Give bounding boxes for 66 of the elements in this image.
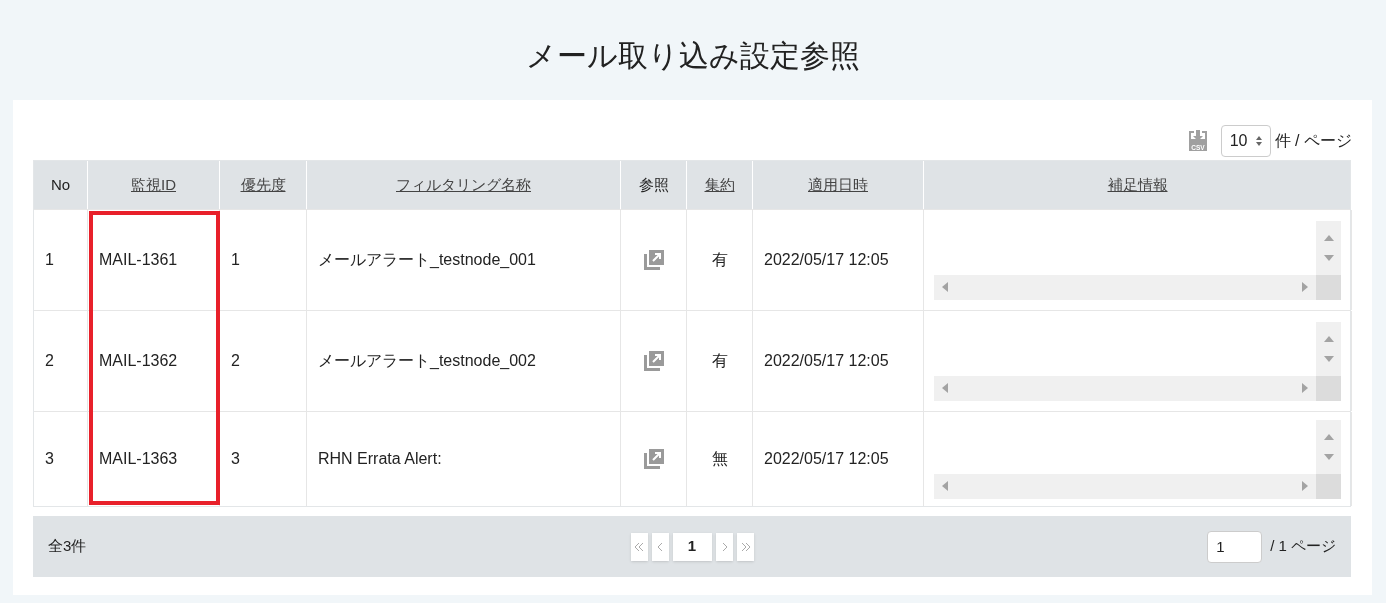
scroll-down-icon[interactable] [1323, 254, 1334, 261]
table-cell-text: 有 [711, 351, 728, 371]
page-size-unit: 件 / ページ [1274, 131, 1352, 151]
column-header[interactable]: 補足情報 [1107, 173, 1168, 197]
column-header[interactable]: フィルタリング名称 [396, 173, 531, 197]
table-cell-text: 3 [45, 449, 54, 469]
scroll-left-icon[interactable] [942, 282, 948, 292]
scrollbar-corner [1316, 375, 1341, 401]
table-cell-text: 1 [231, 250, 240, 270]
horizontal-scrollbar[interactable] [934, 375, 1316, 401]
column-header[interactable]: 優先度 [240, 173, 286, 197]
column-header: No [50, 174, 71, 195]
scroll-up-icon[interactable] [1323, 235, 1334, 242]
double-left-chevron-icon [634, 542, 644, 551]
scroll-right-icon[interactable] [1302, 481, 1308, 491]
table-cell-text: 2022/05/17 12:05 [764, 351, 889, 371]
page-size-select[interactable]: 10 [1220, 125, 1271, 157]
table-cell-text: 無 [711, 449, 728, 469]
scrollbar-corner [1316, 473, 1341, 499]
table-cell-text: MAIL-1363 [99, 449, 178, 469]
scroll-right-icon[interactable] [1302, 282, 1308, 292]
table-cell-text: 2 [231, 351, 240, 371]
table-cell-text: メールアラート_testnode_002 [318, 351, 536, 371]
column-header[interactable]: 集約 [704, 173, 735, 197]
horizontal-scrollbar[interactable] [934, 274, 1316, 300]
table-cell-text: 2 [45, 351, 54, 371]
first-page-button[interactable] [630, 532, 648, 561]
table-cell-text: 3 [231, 449, 240, 469]
vertical-scrollbar[interactable] [1316, 321, 1341, 377]
table-cell-text: メールアラート_testnode_001 [318, 250, 536, 270]
column-header: 参照 [638, 174, 669, 195]
page-number-input[interactable]: 1 [1207, 530, 1263, 563]
last-page-button[interactable] [736, 532, 754, 561]
column-header[interactable]: 監視ID [131, 173, 176, 197]
previous-page-button[interactable] [651, 532, 669, 561]
horizontal-scrollbar[interactable] [934, 473, 1316, 499]
right-chevron-icon [721, 542, 727, 551]
open-external-icon[interactable] [641, 248, 666, 272]
total-count: 全3件 [48, 536, 88, 557]
scroll-up-icon[interactable] [1323, 434, 1334, 441]
table-cell-text: 2022/05/17 12:05 [764, 250, 889, 270]
scroll-left-icon[interactable] [942, 481, 948, 491]
scroll-down-icon[interactable] [1323, 355, 1334, 362]
table-cell-text: 有 [711, 250, 728, 270]
left-chevron-icon [657, 542, 663, 551]
next-page-button[interactable] [715, 532, 733, 561]
scroll-down-icon[interactable] [1323, 453, 1334, 460]
open-external-icon[interactable] [641, 349, 666, 373]
spinner-icon [1255, 136, 1262, 146]
page-title: メール取り込み設定参照 [525, 38, 861, 74]
table-cell-text: MAIL-1362 [99, 351, 178, 371]
column-header[interactable]: 適用日時 [808, 173, 868, 197]
scroll-left-icon[interactable] [942, 383, 948, 393]
open-external-icon[interactable] [641, 447, 666, 471]
double-right-chevron-icon [740, 542, 750, 551]
scrollbar-corner [1316, 274, 1341, 300]
current-page-button[interactable]: 1 [672, 532, 712, 561]
table-cell-text: 2022/05/17 12:05 [764, 449, 889, 469]
scroll-up-icon[interactable] [1323, 336, 1334, 343]
table-cell-text: MAIL-1361 [99, 250, 178, 270]
table-cell-text: 1 [45, 250, 54, 270]
vertical-scrollbar[interactable] [1316, 419, 1341, 475]
vertical-scrollbar[interactable] [1316, 220, 1341, 276]
scroll-right-icon[interactable] [1302, 383, 1308, 393]
page-total: / 1 ページ [1270, 536, 1336, 557]
table-cell-text: RHN Errata Alert: [318, 449, 442, 469]
